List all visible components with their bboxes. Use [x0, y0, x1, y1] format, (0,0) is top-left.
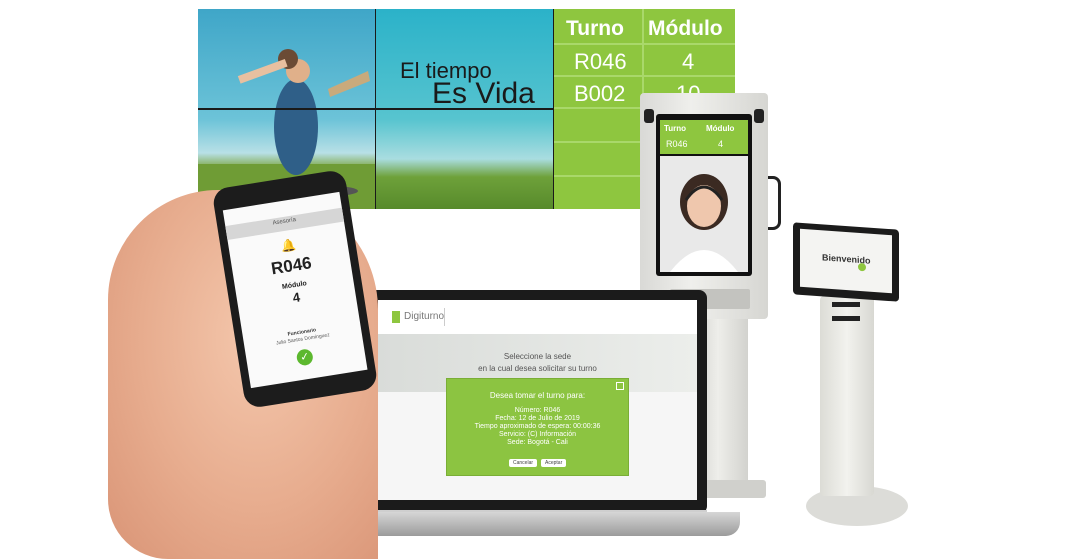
kiosk-row-modulo: 4	[718, 139, 724, 149]
check-icon: ✓	[295, 348, 314, 367]
kiosk-row-turno: R046	[666, 139, 688, 149]
phone-screen: Asesoría 🔔 R046 Módulo 4 Funcionario Jul…	[222, 191, 368, 389]
hero-line1: Seleccione la sede	[503, 352, 572, 361]
hero-line2: en la cual desea solicitar su turno	[478, 364, 597, 373]
tall-kiosk-screen: Turno Módulo R046 4	[656, 114, 752, 276]
confirm-dialog: Desea tomar el turno para: Número: R046 …	[446, 378, 629, 476]
wall-header-modulo: Módulo	[648, 17, 723, 40]
dialog-tiempo: Tiempo aproximado de espera: 00:00:36	[474, 423, 601, 430]
slogan-line2: Es Vida	[432, 77, 535, 110]
dialog-numero: Número: R046	[514, 407, 561, 414]
dialog-close-icon[interactable]	[616, 382, 624, 390]
wall-header-turno: Turno	[566, 17, 624, 40]
dialog-fecha: Fecha: 12 de Julio de 2019	[495, 415, 580, 422]
laptop-base	[334, 512, 740, 536]
small-kiosk-display: Bienvenido	[800, 228, 892, 294]
cancel-button[interactable]: Cancelar	[509, 459, 538, 467]
small-kiosk-stand	[820, 296, 874, 496]
dialog-title: Desea tomar el turno para:	[489, 391, 586, 400]
brand-name: Digiturno	[404, 311, 445, 322]
accept-button[interactable]: Aceptar	[541, 459, 567, 467]
tall-kiosk-handle	[768, 176, 781, 230]
wall-row2-turno: B002	[574, 81, 626, 106]
dialog-sede: Sede: Bogotá - Cali	[507, 439, 568, 446]
wall-row1-modulo: 4	[682, 49, 695, 74]
kiosk-header-modulo: Módulo	[706, 124, 735, 133]
dialog-servicio: Servicio: (C) Información	[498, 431, 577, 438]
digiturno-logo-icon	[392, 311, 400, 323]
wall-row1-turno: R046	[574, 49, 627, 74]
kiosk-header-turno: Turno	[664, 124, 687, 133]
agent-photo	[660, 156, 748, 272]
bell-icon: 🔔	[280, 237, 298, 254]
